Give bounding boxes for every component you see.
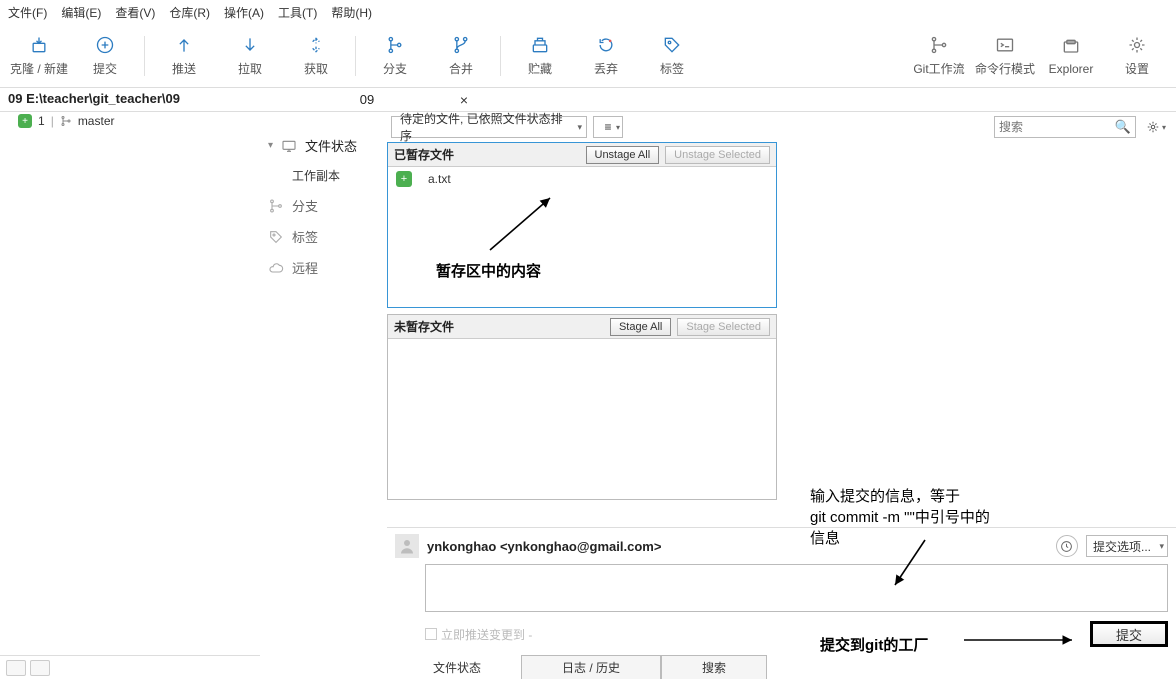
chevron-down-icon: ▾ — [268, 140, 273, 151]
file-added-icon: + — [396, 171, 412, 187]
repo-tabbar: 09 E:\teacher\git_teacher\09 09 × — [0, 88, 1176, 112]
repo-tab[interactable]: 09 × — [260, 88, 474, 111]
stash-button[interactable]: 贮藏 — [507, 26, 573, 86]
repo-list-column: + 1 | master — [0, 112, 260, 679]
staged-files-panel: 已暂存文件 Unstage All Unstage Selected + a.t… — [387, 142, 777, 308]
avatar — [395, 534, 419, 558]
menu-action[interactable]: 操作(A) — [224, 4, 264, 21]
menubar: 文件(F) 编辑(E) 查看(V) 仓库(R) 操作(A) 工具(T) 帮助(H… — [0, 0, 1176, 24]
commit-icon — [94, 34, 116, 56]
commit-author: ynkonghao <ynkonghao@gmail.com> — [427, 539, 661, 554]
mini-button-1[interactable] — [6, 660, 26, 676]
menu-help[interactable]: 帮助(H) — [331, 4, 372, 21]
stage-selected-button[interactable]: Stage Selected — [677, 318, 770, 336]
sidebar-item-working-copy[interactable]: 工作副本 — [264, 161, 383, 190]
merge-icon — [450, 34, 472, 56]
gear-icon — [1146, 120, 1160, 134]
gear-dropdown[interactable] — [1142, 116, 1170, 138]
tab-log-history[interactable]: 日志 / 历史 — [521, 655, 661, 679]
branch-button[interactable]: 分支 — [362, 26, 428, 86]
sidebar-item-file-status[interactable]: ▾ 文件状态 — [264, 130, 383, 161]
settings-icon — [1126, 34, 1148, 56]
menu-view[interactable]: 查看(V) — [115, 4, 155, 21]
clone-icon — [28, 34, 50, 56]
filter-dropdown[interactable]: 待定的文件, 已依照文件状态排序 — [391, 116, 587, 138]
push-icon — [173, 34, 195, 56]
sidebar: ▾ 文件状态 工作副本 分支 标签 远程 — [260, 112, 387, 679]
branch-icon-small — [268, 198, 284, 214]
settings-button[interactable]: 设置 — [1104, 26, 1170, 86]
commit-options-dropdown[interactable]: 提交选项... — [1086, 535, 1168, 557]
push-button[interactable]: 推送 — [151, 26, 217, 86]
commit-area: ynkonghao <ynkonghao@gmail.com> 提交选项... … — [387, 527, 1176, 679]
commit-submit-button[interactable]: 提交 — [1090, 621, 1168, 647]
bottom-tabs: 文件状态 日志 / 历史 搜索 — [395, 655, 1168, 679]
history-button[interactable] — [1056, 535, 1078, 557]
view-mode-dropdown[interactable]: ≡ — [593, 116, 623, 138]
unstaged-files-panel: 未暂存文件 Stage All Stage Selected — [387, 314, 777, 500]
push-immediately-label: 立即推送变更到 - — [441, 626, 532, 643]
left-bottom-bar — [0, 655, 260, 679]
discard-icon — [595, 34, 617, 56]
tag-icon-small — [268, 229, 284, 245]
main-content: 待定的文件, 已依照文件状态排序 ≡ 🔍 已暂存文件 Unstage All U… — [387, 112, 1176, 679]
unstage-selected-button[interactable]: Unstage Selected — [665, 146, 770, 164]
cloud-icon — [268, 260, 284, 276]
search-box[interactable]: 🔍 — [994, 116, 1136, 138]
branch-summary[interactable]: + 1 | master — [0, 112, 260, 128]
stash-icon — [529, 34, 551, 56]
stage-all-button[interactable]: Stage All — [610, 318, 671, 336]
unstaged-title: 未暂存文件 — [394, 318, 604, 335]
staged-title: 已暂存文件 — [394, 146, 580, 163]
branch-icon — [384, 34, 406, 56]
search-input[interactable] — [999, 120, 1115, 134]
fetch-button[interactable]: 获取 — [283, 26, 349, 86]
tag-button[interactable]: 标签 — [639, 26, 705, 86]
tag-icon — [661, 34, 683, 56]
fetch-icon — [305, 34, 327, 56]
discard-button[interactable]: 丢弃 — [573, 26, 639, 86]
branch-small-icon — [60, 115, 72, 127]
close-icon[interactable]: × — [460, 92, 468, 108]
commit-message-input[interactable] — [425, 564, 1168, 612]
menu-file[interactable]: 文件(F) — [8, 4, 47, 21]
terminal-button[interactable]: 命令行模式 — [972, 26, 1038, 86]
main-toolbar: 克隆 / 新建 提交 推送 拉取 获取 分支 合并 贮藏 丢弃 标签 Git — [0, 24, 1176, 88]
pull-icon — [239, 34, 261, 56]
clone-button[interactable]: 克隆 / 新建 — [6, 26, 72, 86]
menu-edit[interactable]: 编辑(E) — [61, 4, 101, 21]
commit-button[interactable]: 提交 — [72, 26, 138, 86]
repo-path-label: 09 E:\teacher\git_teacher\09 — [0, 88, 260, 111]
tab-file-status[interactable]: 文件状态 — [425, 655, 521, 679]
plus-icon: + — [18, 114, 32, 128]
main-topbar: 待定的文件, 已依照文件状态排序 ≡ 🔍 — [387, 112, 1176, 142]
file-name: a.txt — [428, 172, 451, 186]
menu-tools[interactable]: 工具(T) — [278, 4, 317, 21]
clock-icon — [1060, 540, 1073, 553]
gitflow-icon — [928, 34, 950, 56]
gitflow-button[interactable]: Git工作流 — [906, 26, 972, 86]
terminal-icon — [994, 34, 1016, 56]
sidebar-item-branches[interactable]: 分支 — [264, 190, 383, 221]
pull-button[interactable]: 拉取 — [217, 26, 283, 86]
search-icon: 🔍 — [1115, 119, 1131, 135]
merge-button[interactable]: 合并 — [428, 26, 494, 86]
staged-file-row[interactable]: + a.txt — [388, 167, 776, 191]
mini-button-2[interactable] — [30, 660, 50, 676]
menu-repo[interactable]: 仓库(R) — [169, 4, 210, 21]
tab-search[interactable]: 搜索 — [661, 655, 767, 679]
explorer-button[interactable]: Explorer — [1038, 26, 1104, 86]
push-immediately-checkbox[interactable] — [425, 628, 437, 640]
unstage-all-button[interactable]: Unstage All — [586, 146, 660, 164]
sidebar-item-remotes[interactable]: 远程 — [264, 252, 383, 283]
explorer-icon — [1060, 36, 1082, 58]
sidebar-item-tags[interactable]: 标签 — [264, 221, 383, 252]
monitor-icon — [281, 138, 297, 154]
